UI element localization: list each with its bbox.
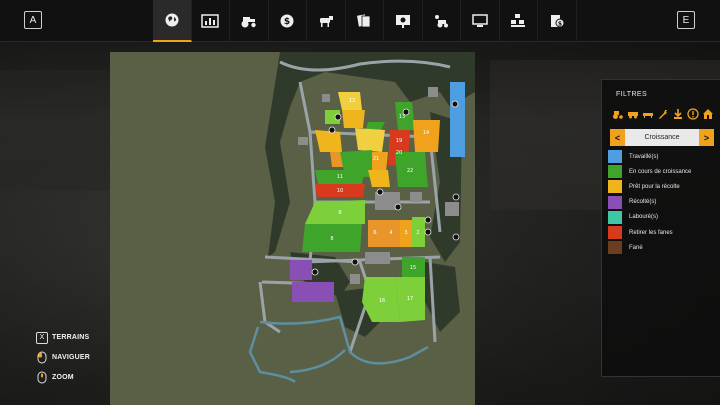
svg-text:12: 12 (349, 98, 355, 104)
legend-label: Fané (629, 244, 643, 251)
legend-label: Récolté(s) (629, 199, 657, 206)
production-icon (511, 14, 526, 27)
river (259, 315, 429, 374)
hint-navigate: NAVIGUER (36, 348, 90, 367)
hint-label: TERRAINS (52, 334, 90, 341)
legend-label: Retirer les fanes (629, 229, 673, 236)
svg-text:8: 8 (330, 236, 333, 242)
legend-swatch (608, 165, 622, 179)
svg-text:3: 3 (404, 230, 407, 236)
legend-item[interactable]: Retirer les fanes (608, 225, 716, 240)
river-south (248, 326, 296, 383)
svg-text:15: 15 (410, 265, 416, 271)
svg-text:2: 2 (416, 230, 419, 236)
svg-text:16: 16 (379, 298, 385, 304)
globe-icon (165, 13, 179, 27)
svg-text:22: 22 (407, 168, 413, 174)
prev-page-key[interactable]: A (24, 11, 42, 29)
svg-text:9: 9 (338, 210, 341, 216)
finance-icon: $ (550, 15, 565, 28)
filters-title: FILTRES (616, 91, 648, 98)
legend-label: Labouré(s) (629, 214, 659, 221)
svg-text:4: 4 (389, 230, 392, 236)
legend-label: En cours de croissance (629, 168, 692, 175)
svg-text:$: $ (558, 21, 562, 28)
money-icon: $ (280, 14, 294, 28)
legend-item[interactable]: En cours de croissance (608, 164, 716, 179)
computer-icon (472, 14, 488, 27)
contracts-icon (357, 14, 371, 28)
overview-map[interactable]: 13 14 21 22 11 10 9 8 6 4 3 2 15 16 17 1… (110, 52, 475, 405)
mouse-move-icon (36, 351, 48, 365)
tab-animals[interactable] (307, 0, 346, 42)
legend-list: Travaillé(s) En cours de croissance Prêt… (608, 149, 716, 255)
svg-text:10: 10 (337, 188, 343, 194)
legend-swatch (608, 226, 622, 240)
tab-computer[interactable] (461, 0, 500, 42)
legend-item[interactable]: Travaillé(s) (608, 149, 716, 164)
stats-chart-icon (201, 14, 219, 28)
x-key: X (36, 331, 48, 344)
legend-swatch (608, 150, 622, 164)
tab-finances[interactable]: $ (269, 0, 307, 42)
hint-zoom: ZOOM (36, 368, 90, 387)
control-hints: X TERRAINS NAVIGUER ZOOM (36, 328, 90, 388)
hint-terrains[interactable]: X TERRAINS (36, 328, 90, 347)
tab-map[interactable] (153, 0, 192, 42)
svg-text:14: 14 (423, 130, 429, 136)
legend-swatch (608, 241, 622, 255)
legend-label: Prêt pour la récolte (629, 183, 680, 190)
tab-statistics[interactable] (192, 0, 230, 42)
trailer-filter-icon[interactable] (627, 108, 639, 120)
selector-value: Croissance (625, 129, 699, 146)
sell-point-filter-icon[interactable] (672, 108, 684, 120)
hint-label: ZOOM (52, 374, 74, 381)
farmhouse-filter-icon[interactable] (702, 108, 714, 120)
svg-text:$: $ (284, 17, 290, 27)
wrench-filter-icon[interactable] (657, 108, 669, 120)
cow-icon (319, 16, 333, 27)
workers-icon (435, 15, 449, 28)
tractor-icon (241, 17, 256, 28)
next-page-key[interactable]: E (677, 11, 695, 29)
filter-icon-row (612, 108, 714, 120)
tab-loans[interactable]: $ (538, 0, 577, 42)
svg-text:11: 11 (337, 174, 343, 180)
tab-vehicles[interactable] (230, 0, 269, 42)
legend-item[interactable]: Récolté(s) (608, 195, 716, 210)
tab-production[interactable] (500, 0, 538, 42)
tractor-filter-icon[interactable] (612, 108, 624, 120)
legend-label: Travaillé(s) (629, 153, 659, 160)
tab-help[interactable] (384, 0, 423, 42)
svg-text:19: 19 (396, 138, 402, 144)
legend-swatch (608, 180, 622, 194)
info-filter-icon[interactable] (687, 108, 699, 120)
hint-label: NAVIGUER (52, 354, 91, 361)
selector-prev-button[interactable]: < (610, 129, 625, 146)
svg-text:6: 6 (373, 230, 376, 236)
tab-contracts[interactable] (346, 0, 384, 42)
mouse-wheel-icon (36, 371, 48, 385)
legend-swatch (608, 195, 622, 209)
filter-type-selector[interactable]: < Croissance > (610, 129, 714, 146)
svg-text:17: 17 (407, 296, 413, 302)
filters-panel: FILTRES < Croissance > Travaillé(s) En c… (601, 79, 720, 377)
legend-item[interactable]: Fané (608, 240, 716, 255)
top-menu-bar: A $ $ E (0, 0, 720, 42)
svg-text:20: 20 (396, 150, 402, 156)
tutorial-icon (395, 15, 410, 28)
tab-workers[interactable] (423, 0, 461, 42)
legend-item[interactable]: Prêt pour la récolte (608, 179, 716, 194)
tool-filter-icon[interactable] (642, 108, 654, 120)
menu-tabs: $ $ (153, 0, 577, 42)
legend-item[interactable]: Labouré(s) (608, 210, 716, 225)
svg-text:21: 21 (373, 156, 379, 162)
legend-swatch (608, 210, 622, 224)
selector-next-button[interactable]: > (699, 129, 714, 146)
